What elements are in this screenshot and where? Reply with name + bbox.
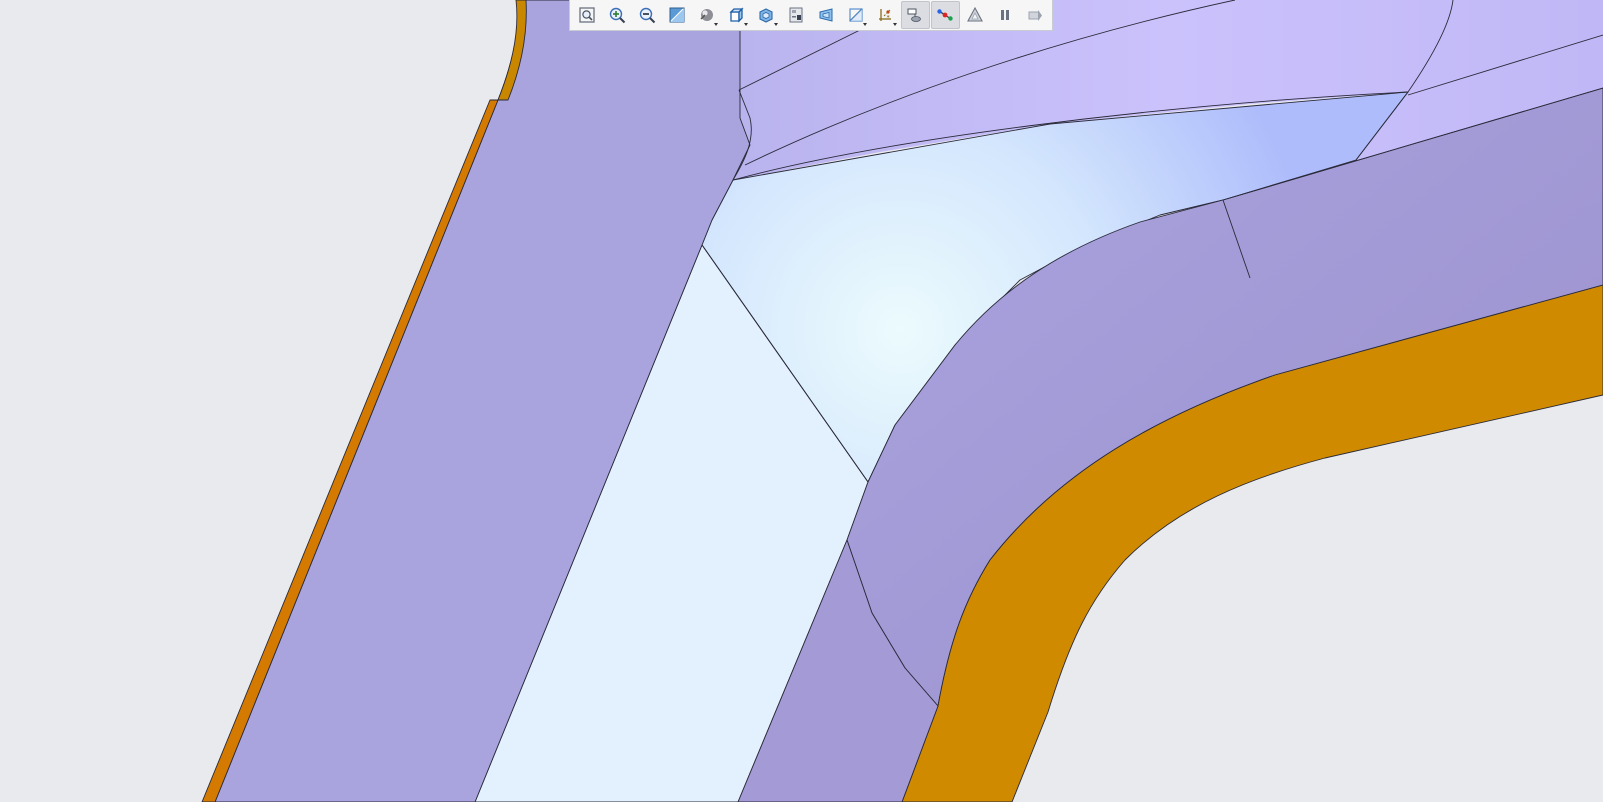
- spin-center-icon: [936, 6, 954, 24]
- appearance-button[interactable]: [961, 1, 990, 29]
- zoom-in-button[interactable]: [603, 1, 632, 29]
- display-style-icon: [698, 6, 716, 24]
- view-manager-button[interactable]: [782, 1, 811, 29]
- regenerate-button[interactable]: [1020, 1, 1049, 29]
- zoom-window-icon: [668, 6, 686, 24]
- pause-icon: [996, 6, 1014, 24]
- display-style-button[interactable]: [692, 1, 721, 29]
- zoom-out-icon: [638, 6, 656, 24]
- datum-display-button[interactable]: ∗: [871, 1, 900, 29]
- view-orientation-button[interactable]: [722, 1, 751, 29]
- spin-center-button[interactable]: [930, 1, 960, 29]
- perspective-button[interactable]: [812, 1, 841, 29]
- regenerate-icon: [1026, 6, 1044, 24]
- model-viewport[interactable]: [0, 0, 1603, 802]
- zoom-out-button[interactable]: [633, 1, 662, 29]
- cad-model: [201, 0, 1603, 802]
- svg-text:∗: ∗: [886, 14, 890, 20]
- chevron-down-icon: [714, 23, 719, 26]
- chevron-down-icon: [892, 23, 897, 26]
- view-toolbar: ∗: [569, 0, 1053, 31]
- section-icon: [847, 6, 865, 24]
- section-button[interactable]: [841, 1, 870, 29]
- zoom-in-icon: [608, 6, 626, 24]
- annotation-display-button[interactable]: [900, 1, 930, 29]
- saved-views-icon: [757, 6, 775, 24]
- view-manager-icon: [787, 6, 805, 24]
- saved-views-button[interactable]: [752, 1, 781, 29]
- zoom-fit-button[interactable]: [573, 1, 602, 29]
- datum-display-icon: ∗: [877, 6, 895, 24]
- cube-icon: [727, 6, 745, 24]
- appearance-icon: [966, 6, 984, 24]
- annotation-display-icon: [906, 6, 924, 24]
- pause-button[interactable]: [990, 1, 1019, 29]
- chevron-down-icon: [773, 23, 778, 26]
- chevron-down-icon: [743, 23, 748, 26]
- perspective-icon: [817, 6, 835, 24]
- chevron-down-icon: [863, 23, 868, 26]
- zoom-fit-icon: [578, 6, 596, 24]
- zoom-window-button[interactable]: [662, 1, 691, 29]
